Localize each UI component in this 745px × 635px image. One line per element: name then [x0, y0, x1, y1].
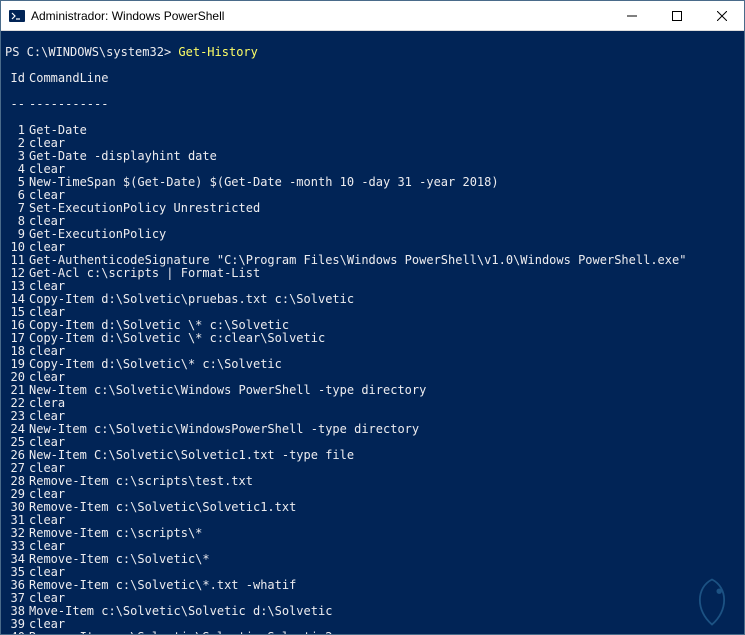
history-cmd: Get-Date -displayhint date	[29, 150, 740, 163]
history-row: 5 New-TimeSpan $(Get-Date) $(Get-Date -m…	[5, 176, 740, 189]
history-id: 6	[5, 189, 29, 202]
history-cmd: Copy-Item d:\Solvetic\pruebas.txt c:\Sol…	[29, 293, 740, 306]
history-header: Id CommandLine	[5, 72, 740, 85]
history-row: 32 Remove-Item c:\scripts\*	[5, 527, 740, 540]
history-cmd: New-Item c:\Solvetic\Windows PowerShell …	[29, 384, 740, 397]
history-row: 38 Move-Item c:\Solvetic\Solvetic d:\Sol…	[5, 605, 740, 618]
watermark-icon	[685, 575, 739, 629]
titlebar[interactable]: Administrador: Windows PowerShell	[1, 1, 744, 31]
header-cmd-dash: -----------	[29, 98, 740, 111]
history-row: 19 Copy-Item d:\Solvetic\* c:\Solvetic	[5, 358, 740, 371]
header-id: Id	[5, 72, 29, 85]
history-cmd: Remove-Item c:\Solvetic\*	[29, 553, 740, 566]
powershell-icon	[9, 8, 25, 24]
history-cmd: Remove-Item c:\scripts\*	[29, 527, 740, 540]
prompt-command: Get-History	[178, 45, 257, 59]
history-cmd: Get-Date	[29, 124, 740, 137]
history-row: 26 New-Item C:\Solvetic\Solvetic1.txt -t…	[5, 449, 740, 462]
history-row: 36 Remove-Item c:\Solvetic\*.txt -whatif	[5, 579, 740, 592]
history-row: 1 Get-Date	[5, 124, 740, 137]
maximize-button[interactable]	[654, 1, 699, 31]
history-row: 24 New-Item c:\Solvetic\WindowsPowerShel…	[5, 423, 740, 436]
history-id: 7	[5, 202, 29, 215]
history-header-sep: -- -----------	[5, 98, 740, 111]
close-button[interactable]	[699, 1, 744, 31]
history-cmd: Rename-Item c:\Solvetic\Solvetic Solveti…	[29, 631, 740, 634]
history-row: 22 clera	[5, 397, 740, 410]
history-id: 1	[5, 124, 29, 137]
powershell-window: Administrador: Windows PowerShell PS C:\…	[0, 0, 745, 635]
history-id: 2	[5, 137, 29, 150]
history-row: 7 Set-ExecutionPolicy Unrestricted	[5, 202, 740, 215]
history-cmd: Get-Acl c:\scripts | Format-List	[29, 267, 740, 280]
history-cmd: New-Item C:\Solvetic\Solvetic1.txt -type…	[29, 449, 740, 462]
header-cmd: CommandLine	[29, 72, 740, 85]
history-id: 40	[5, 631, 29, 634]
prompt-path: PS C:\WINDOWS\system32>	[5, 45, 171, 59]
history-id: 5	[5, 176, 29, 189]
history-row: 30 Remove-Item c:\Solvetic\Solvetic1.txt	[5, 501, 740, 514]
history-row: 14 Copy-Item d:\Solvetic\pruebas.txt c:\…	[5, 293, 740, 306]
history-row: 12 Get-Acl c:\scripts | Format-List	[5, 267, 740, 280]
header-id-dash: --	[5, 98, 29, 111]
history-cmd: Copy-Item d:\Solvetic \* c:clear\Solveti…	[29, 332, 740, 345]
minimize-button[interactable]	[609, 1, 654, 31]
history-row: 34 Remove-Item c:\Solvetic\*	[5, 553, 740, 566]
history-cmd: clera	[29, 397, 740, 410]
history-id: 8	[5, 215, 29, 228]
history-cmd: Get-ExecutionPolicy	[29, 228, 740, 241]
history-cmd: Remove-Item c:\Solvetic\Solvetic1.txt	[29, 501, 740, 514]
terminal-output[interactable]: PS C:\WINDOWS\system32> Get-History Id C…	[1, 31, 744, 634]
history-cmd: Remove-Item c:\scripts\test.txt	[29, 475, 740, 488]
history-row: 9 Get-ExecutionPolicy	[5, 228, 740, 241]
history-cmd: New-Item c:\Solvetic\WindowsPowerShell -…	[29, 423, 740, 436]
history-id: 3	[5, 150, 29, 163]
history-cmd: Move-Item c:\Solvetic\Solvetic d:\Solvet…	[29, 605, 740, 618]
history-row: 21 New-Item c:\Solvetic\Windows PowerShe…	[5, 384, 740, 397]
history-row: 3 Get-Date -displayhint date	[5, 150, 740, 163]
history-id: 4	[5, 163, 29, 176]
history-cmd: Remove-Item c:\Solvetic\*.txt -whatif	[29, 579, 740, 592]
history-cmd: Set-ExecutionPolicy Unrestricted	[29, 202, 740, 215]
history-cmd: New-TimeSpan $(Get-Date) $(Get-Date -mon…	[29, 176, 740, 189]
history-row: 17 Copy-Item d:\Solvetic \* c:clear\Solv…	[5, 332, 740, 345]
window-title: Administrador: Windows PowerShell	[31, 9, 224, 23]
history-row: 28 Remove-Item c:\scripts\test.txt	[5, 475, 740, 488]
history-row: 40 Rename-Item c:\Solvetic\Solvetic Solv…	[5, 631, 740, 634]
history-cmd: Copy-Item d:\Solvetic\* c:\Solvetic	[29, 358, 740, 371]
